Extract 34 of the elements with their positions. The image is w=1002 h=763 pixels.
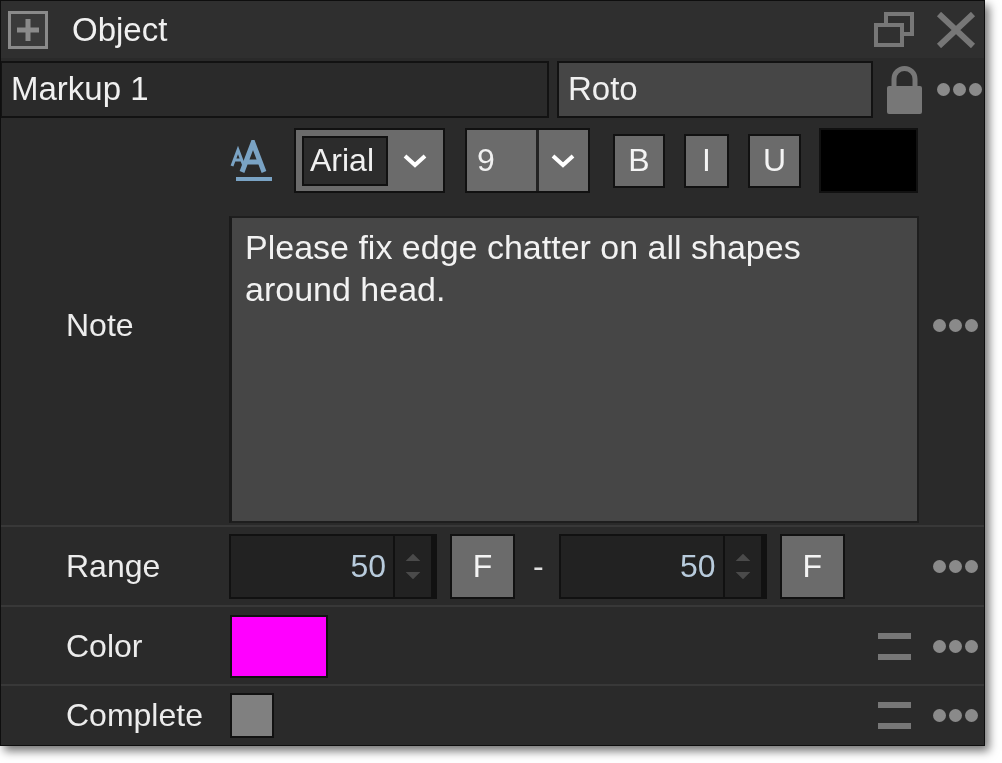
close-icon[interactable] xyxy=(936,11,976,48)
name-field[interactable]: Markup 1 xyxy=(1,60,549,118)
property-label: Note xyxy=(66,307,134,344)
color-swatch[interactable] xyxy=(230,615,328,678)
caret-icon xyxy=(551,153,575,168)
panel-title: Object xyxy=(72,10,168,49)
drag-handle-icon[interactable] xyxy=(878,633,911,660)
range-separator: - xyxy=(533,548,544,585)
font-dropdown[interactable]: Arial xyxy=(294,128,445,193)
set-frame-button[interactable]: F xyxy=(450,534,515,599)
note-field[interactable]: Please fix edge chatter on all shapes around head. xyxy=(229,216,919,523)
end-frame-field[interactable]: 50 xyxy=(558,534,767,599)
font-size-dropdown[interactable]: 9 xyxy=(465,128,590,193)
padlock-icon[interactable] xyxy=(887,64,922,114)
property-label: Color xyxy=(66,628,143,665)
more-options-icon[interactable] xyxy=(933,640,978,653)
property-label: Range xyxy=(66,548,161,585)
text-style-button[interactable]: B xyxy=(613,133,665,188)
more-options-icon[interactable] xyxy=(933,319,978,332)
plus-icon[interactable] xyxy=(8,10,48,49)
drag-handle-icon[interactable] xyxy=(878,702,911,729)
font-color-swatch[interactable] xyxy=(819,128,918,193)
more-options-icon[interactable] xyxy=(933,709,978,722)
text-style-button[interactable]: U xyxy=(748,133,801,188)
type-field[interactable]: Roto xyxy=(557,60,873,118)
checkbox[interactable] xyxy=(230,693,274,738)
more-options-icon[interactable] xyxy=(933,560,978,573)
restore-window-icon[interactable] xyxy=(874,12,914,47)
caret-icon xyxy=(403,153,427,168)
more-options-icon[interactable] xyxy=(937,82,982,96)
property-label: Complete xyxy=(66,697,203,734)
text-style-button[interactable]: I xyxy=(684,133,729,188)
start-frame-field[interactable]: 50 xyxy=(229,534,437,599)
set-frame-button[interactable]: F xyxy=(779,534,845,599)
